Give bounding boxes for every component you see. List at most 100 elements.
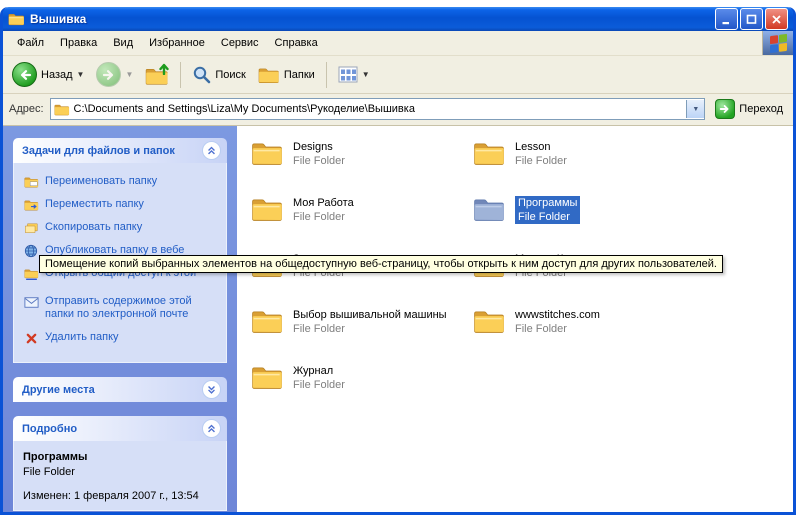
address-bar: Адрес: C:\Documents and Settings\Liza\My… — [3, 94, 793, 126]
folder-icon — [251, 308, 284, 334]
folder-icon — [473, 196, 506, 222]
close-button[interactable] — [765, 8, 788, 30]
details-panel: Подробно Программы File Folder Изменен: … — [13, 416, 227, 511]
folder-tile[interactable]: wwwstitches.com File Folder — [473, 308, 688, 364]
address-folder-icon — [54, 103, 70, 116]
minimize-icon — [720, 13, 733, 26]
menu-help[interactable]: Справка — [267, 33, 326, 53]
views-button[interactable]: ▼ — [333, 64, 375, 85]
address-dropdown-button[interactable]: ▼ — [686, 100, 704, 118]
forward-icon — [96, 62, 121, 87]
menu-tools[interactable]: Сервис — [213, 33, 267, 53]
window-folder-icon — [8, 12, 25, 26]
go-label: Переход — [739, 103, 783, 115]
folder-icon — [473, 140, 506, 166]
move-folder-icon — [23, 198, 39, 212]
address-input[interactable]: C:\Documents and Settings\Liza\My Docume… — [50, 98, 706, 120]
task-delete-folder[interactable]: Удалить папку — [23, 331, 220, 345]
folder-tile[interactable]: LessonFile Folder — [473, 140, 688, 196]
up-button[interactable] — [140, 62, 174, 88]
folder-tile-selected[interactable]: ПрограммыFile Folder — [473, 196, 688, 252]
collapse-chevron-icon[interactable] — [202, 141, 221, 160]
toolbar-separator — [180, 62, 181, 88]
folder-type: File Folder — [518, 211, 577, 223]
folder-name: Designs — [293, 141, 345, 153]
file-folder-tasks-title: Задачи для файлов и папок — [22, 145, 175, 157]
file-list: Designs File Folder LessonFile Folder Моя… — [237, 126, 793, 512]
details-body: Программы File Folder Изменен: 1 февраля… — [13, 441, 227, 511]
other-places-title: Другие места — [22, 384, 95, 396]
task-copy-folder[interactable]: Скопировать папку — [23, 221, 220, 235]
window-title: Вышивка — [30, 12, 86, 26]
expand-chevron-icon[interactable] — [202, 380, 221, 399]
menu-edit[interactable]: Правка — [52, 33, 105, 53]
folder-name: Моя Работа — [293, 197, 354, 209]
other-places-header[interactable]: Другие места — [13, 377, 227, 402]
explorer-window: Вышивка Файл Правка Вид Избранное Сервис… — [0, 7, 796, 515]
folder-type: File Folder — [293, 211, 354, 223]
folder-type: File Folder — [293, 155, 345, 167]
folder-tile[interactable]: Designs File Folder — [251, 140, 466, 196]
address-label: Адрес: — [9, 103, 44, 115]
folders-label: Папки — [284, 69, 315, 81]
details-item-type: File Folder — [23, 466, 220, 478]
toolbar-separator — [326, 62, 327, 88]
forward-button[interactable]: ▼ — [91, 60, 138, 89]
windows-logo-icon — [762, 31, 793, 55]
folders-icon — [258, 66, 280, 84]
back-icon — [12, 62, 37, 87]
menu-view[interactable]: Вид — [105, 33, 141, 53]
content-area: Задачи для файлов и папок Переименовать … — [3, 126, 793, 512]
details-title: Подробно — [22, 423, 77, 435]
folder-type: File Folder — [515, 323, 600, 335]
task-email-folder[interactable]: Отправить содержимое этой папки по элект… — [23, 295, 220, 321]
file-folder-tasks-panel: Задачи для файлов и папок Переименовать … — [13, 138, 227, 363]
share-folder-icon — [23, 267, 39, 281]
tooltip: Помещение копий выбранных элементов на о… — [39, 255, 723, 273]
menu-bar: Файл Правка Вид Избранное Сервис Справка — [3, 31, 793, 56]
back-dropdown-icon[interactable]: ▼ — [77, 70, 85, 79]
task-move-folder[interactable]: Переместить папку — [23, 198, 220, 212]
folders-button[interactable]: Папки — [253, 64, 320, 86]
forward-dropdown-icon: ▼ — [125, 70, 133, 79]
folder-icon — [251, 140, 284, 166]
go-arrow-icon — [715, 99, 735, 119]
folder-tile[interactable]: Моя Работа File Folder — [251, 196, 466, 252]
rename-folder-icon — [23, 175, 39, 189]
folder-type: File Folder — [293, 323, 447, 335]
minimize-button[interactable] — [715, 8, 738, 30]
collapse-chevron-icon[interactable] — [202, 419, 221, 438]
folder-type: File Folder — [515, 155, 567, 167]
up-folder-icon — [145, 64, 169, 86]
details-header[interactable]: Подробно — [13, 416, 227, 441]
task-pane: Задачи для файлов и папок Переименовать … — [3, 126, 237, 512]
search-icon — [192, 65, 211, 84]
file-folder-tasks-header[interactable]: Задачи для файлов и папок — [13, 138, 227, 163]
folder-icon — [251, 364, 284, 390]
delete-icon — [23, 331, 39, 345]
other-places-panel: Другие места — [13, 377, 227, 402]
folder-name: wwwstitches.com — [515, 309, 600, 321]
folder-icon — [251, 196, 284, 222]
folder-type: File Folder — [293, 379, 345, 391]
title-bar: Вышивка — [3, 7, 793, 31]
folder-tile[interactable]: Выбор вышивальной машины File Folder — [251, 308, 466, 364]
copy-folder-icon — [23, 221, 39, 235]
details-item-name: Программы — [23, 451, 220, 463]
search-button[interactable]: Поиск — [187, 63, 250, 86]
email-icon — [23, 295, 39, 309]
folder-name: Выбор вышивальной машины — [293, 309, 447, 321]
task-rename-folder[interactable]: Переименовать папку — [23, 175, 220, 189]
maximize-icon — [745, 13, 758, 26]
maximize-button[interactable] — [740, 8, 763, 30]
folder-tile[interactable]: ЖурналFile Folder — [251, 364, 466, 420]
menu-favorites[interactable]: Избранное — [141, 33, 213, 53]
back-button[interactable]: Назад ▼ — [7, 60, 89, 89]
views-icon — [338, 66, 358, 83]
folder-icon — [473, 308, 506, 334]
back-label: Назад — [41, 69, 73, 81]
menu-file[interactable]: Файл — [9, 33, 52, 53]
desktop-background: Вышивка Файл Правка Вид Избранное Сервис… — [0, 0, 796, 521]
go-button[interactable]: Переход — [711, 99, 787, 119]
close-icon — [770, 13, 783, 26]
